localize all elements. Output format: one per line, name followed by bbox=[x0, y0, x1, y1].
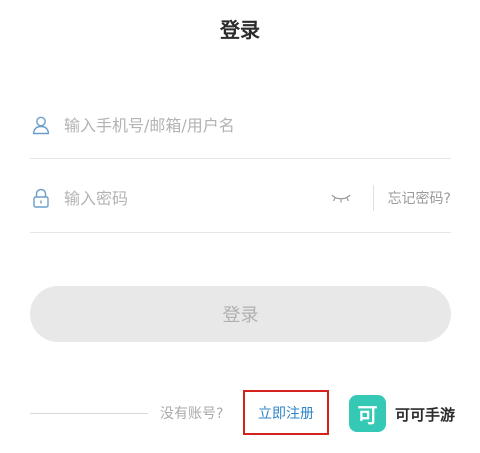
user-icon bbox=[30, 114, 52, 136]
login-button[interactable]: 登录 bbox=[30, 286, 451, 342]
username-input[interactable] bbox=[64, 110, 451, 140]
vertical-divider bbox=[372, 185, 374, 211]
password-underline bbox=[30, 232, 451, 233]
password-input[interactable] bbox=[64, 183, 327, 213]
forgot-password-link[interactable]: 忘记密码? bbox=[388, 188, 451, 208]
password-row: 忘记密码? bbox=[30, 174, 451, 222]
register-link[interactable]: 立即注册 bbox=[258, 403, 314, 423]
footer-divider bbox=[30, 413, 148, 414]
no-account-text: 没有账号? bbox=[160, 406, 224, 422]
eye-closed-icon[interactable] bbox=[327, 188, 355, 208]
page-title: 登录 bbox=[220, 18, 260, 42]
brand-name: 可可手游 bbox=[395, 406, 456, 424]
lock-icon bbox=[30, 187, 52, 209]
username-underline bbox=[30, 158, 451, 159]
username-row bbox=[30, 101, 451, 149]
register-highlight-box: 立即注册 bbox=[243, 390, 329, 435]
brand-logo: 可 bbox=[349, 395, 386, 432]
